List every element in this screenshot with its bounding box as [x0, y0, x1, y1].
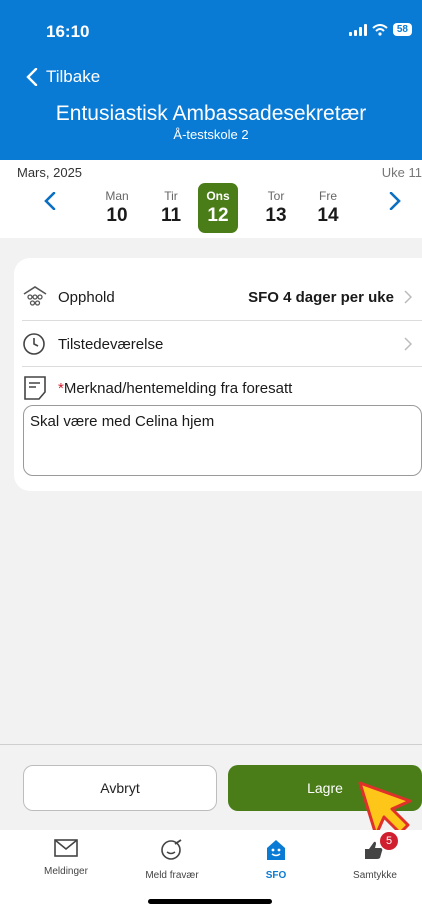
back-label: Tilbake — [46, 67, 101, 86]
tab-messages[interactable]: Meldinger — [21, 838, 111, 877]
day-thu[interactable]: Tor 13 — [256, 183, 296, 233]
day-date: 10 — [106, 205, 128, 226]
chevron-right-icon — [404, 337, 412, 351]
tab-bar: Meldinger Meld fravær SFO 5 Samtykke — [0, 830, 422, 904]
note-label-text: Merknad/hentemelding fra foresatt — [63, 380, 293, 397]
day-date: 14 — [317, 205, 339, 226]
clock-icon — [23, 333, 45, 355]
day-date: 13 — [265, 205, 287, 226]
note-icon — [24, 376, 46, 400]
day-wed-selected[interactable]: Ons 12 — [198, 183, 238, 233]
stay-row[interactable]: Opphold SFO 4 dager per uke — [14, 285, 422, 309]
day-date: 12 — [207, 205, 229, 226]
status-icons: 58 — [348, 23, 412, 36]
page-title: Entusiastisk Ambassadesekretær — [55, 102, 367, 125]
group-house-icon — [23, 286, 47, 306]
week-number: Uke 11 — [381, 165, 422, 180]
mail-icon — [54, 839, 78, 857]
notification-badge: 5 — [380, 832, 398, 850]
bottom-divider — [0, 744, 422, 745]
next-week-icon[interactable] — [389, 192, 401, 210]
week-strip: Mars, 2025 Uke 11 Man 10 Tir 11 Ons 12 T… — [0, 160, 422, 238]
prev-week-icon[interactable] — [44, 192, 56, 210]
tab-sfo[interactable]: SFO — [231, 838, 321, 881]
status-time: 16:10 — [46, 22, 90, 41]
attendance-label: Tilstedeværelse — [58, 335, 164, 353]
tab-absence[interactable]: Meld fravær — [127, 838, 217, 881]
tab-label: Meldinger — [44, 866, 88, 877]
wifi-icon — [372, 23, 388, 36]
back-button[interactable]: Tilbake — [26, 67, 100, 87]
tab-label: Meld fravær — [145, 870, 199, 881]
chevron-left-icon — [26, 68, 38, 86]
divider — [22, 366, 422, 367]
app-header: 16:10 58 Tilbake Entusiastisk Ambassades… — [0, 0, 422, 160]
attendance-row[interactable]: Tilstedeværelse — [14, 332, 422, 356]
day-name: Tor — [267, 189, 285, 203]
registration-card: Opphold SFO 4 dager per uke Tilstedevære… — [14, 258, 422, 491]
tab-consent[interactable]: 5 Samtykke — [330, 832, 420, 881]
day-date: 11 — [160, 205, 182, 226]
day-fri[interactable]: Fre 14 — [308, 183, 348, 233]
cancel-button[interactable]: Avbryt — [23, 765, 217, 811]
tab-label: SFO — [265, 870, 287, 881]
day-mon[interactable]: Man 10 — [97, 183, 137, 233]
stay-value: SFO 4 dager per uke — [248, 288, 394, 306]
day-name: Tir — [164, 189, 178, 203]
day-name: Fre — [319, 189, 337, 203]
signal-icon — [348, 23, 367, 36]
divider — [22, 320, 422, 321]
day-name: Man — [105, 189, 129, 203]
absence-icon — [161, 839, 182, 860]
stay-label: Opphold — [58, 288, 115, 306]
month-label: Mars, 2025 — [17, 165, 83, 180]
day-tue[interactable]: Tir 11 — [151, 183, 191, 233]
note-label: *Merknad/hentemelding fra foresatt — [58, 380, 292, 397]
home-indicator — [148, 899, 272, 904]
chevron-right-icon — [404, 290, 412, 304]
battery-icon: 58 — [392, 23, 412, 36]
day-name: Ons — [206, 189, 230, 203]
tab-label: Samtykke — [353, 870, 397, 881]
sfo-house-icon — [267, 840, 285, 860]
note-textarea[interactable]: Skal være med Celina hjem — [23, 405, 422, 476]
page-subtitle: Å-testskole 2 — [173, 127, 249, 142]
